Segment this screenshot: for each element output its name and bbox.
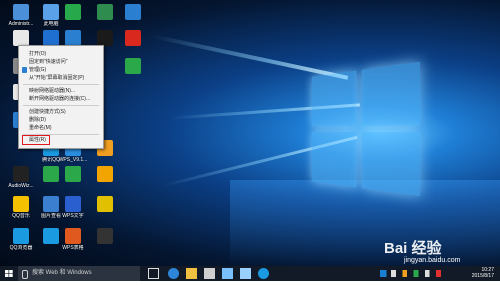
start-button[interactable] xyxy=(0,266,18,281)
app-icon xyxy=(13,166,29,182)
store-icon[interactable] xyxy=(204,268,215,279)
desktop-icon-label: QQ音乐 xyxy=(12,213,30,219)
app-icon xyxy=(65,166,81,182)
mic-icon xyxy=(22,270,28,279)
desktop-icon[interactable] xyxy=(116,58,150,75)
app-icon[interactable] xyxy=(222,268,233,279)
menu-item-pin-quick-access[interactable]: 固定到"快速访问" xyxy=(19,58,103,66)
app-icon xyxy=(97,4,113,20)
menu-item-unpin-start[interactable]: 从"开始"屏幕取消固定(P) xyxy=(19,74,103,82)
tray-icons[interactable] xyxy=(380,270,460,277)
desktop-icon[interactable] xyxy=(116,4,150,21)
desktop-icon-label: WPS_V9.1... xyxy=(58,157,88,163)
app-icon xyxy=(65,196,81,212)
desktop-icon[interactable]: QQ浏览器 xyxy=(4,228,38,251)
desktop-icon-label: 此电脑 xyxy=(43,21,59,27)
file-explorer-icon[interactable] xyxy=(186,268,197,279)
qq-browser-taskbar-icon[interactable] xyxy=(258,268,269,279)
desktop-icon[interactable] xyxy=(88,228,122,245)
app-icon xyxy=(13,228,29,244)
menu-item-rename[interactable]: 重命名(M) xyxy=(19,124,103,132)
app-icon xyxy=(125,4,141,20)
app-icon xyxy=(65,4,81,20)
desktop-icon-label: WPS文字 xyxy=(62,213,84,219)
app-icon xyxy=(125,58,141,74)
app-icon xyxy=(65,228,81,244)
shield-icon xyxy=(22,67,27,73)
menu-item-open[interactable]: 打开(O) xyxy=(19,50,103,58)
menu-item-manage[interactable]: 管理(G) xyxy=(19,66,103,74)
windows-start-icon xyxy=(5,270,13,277)
desktop-icon[interactable]: WPS文字 xyxy=(56,196,90,219)
taskbar-search-box[interactable]: 搜索 Web 和 Windows xyxy=(18,266,140,281)
app-icon xyxy=(125,30,141,46)
taskbar: 搜索 Web 和 Windows 10:27 2015/8/17 xyxy=(0,266,500,281)
app-icon xyxy=(65,30,81,46)
desktop-icon[interactable]: QQ音乐 xyxy=(4,196,38,219)
watermark-brand: Bai 经验 xyxy=(384,240,442,257)
desktop-background: Administr... 此电脑 腾讯QQ WPS_V9.1... AudioWiz..… xyxy=(0,0,500,266)
app-icon xyxy=(13,30,29,46)
desktop-icon-label: Administr... xyxy=(8,21,34,27)
taskbar-clock[interactable]: 10:27 2015/8/17 xyxy=(472,267,494,279)
menu-separator xyxy=(23,105,99,106)
search-placeholder: 搜索 Web 和 Windows xyxy=(32,270,92,276)
app-icon xyxy=(13,196,29,212)
edge-browser-icon[interactable] xyxy=(168,268,179,279)
menu-item-delete[interactable]: 删除(D) xyxy=(19,116,103,124)
windows-logo-wallpaper xyxy=(311,61,423,198)
menu-item-create-shortcut[interactable]: 创建快捷方式(S) xyxy=(19,108,103,116)
task-view-icon[interactable] xyxy=(148,268,159,279)
desktop-icon-label: QQ浏览器 xyxy=(9,245,33,251)
desktop-icon-label: AudioWiz... xyxy=(8,183,34,189)
desktop-icon[interactable]: AudioWiz... xyxy=(4,166,38,189)
menu-item-disconnect-network-drive[interactable]: 断开网络驱动器的连接(C)... xyxy=(19,95,103,103)
desktop-icon[interactable] xyxy=(88,166,122,183)
app-icon xyxy=(97,196,113,212)
desktop-icon[interactable] xyxy=(56,166,90,183)
desktop-icon-label: WPS表格 xyxy=(62,245,84,251)
app-icon xyxy=(97,30,113,46)
menu-separator xyxy=(23,84,99,85)
desktop-icon[interactable]: WPS表格 xyxy=(56,228,90,251)
context-menu: 打开(O) 固定到"快速访问" 管理(G) 从"开始"屏幕取消固定(P) 映射网… xyxy=(18,45,104,149)
app-icon xyxy=(97,166,113,182)
desktop-icon[interactable]: Administr... xyxy=(4,4,38,27)
light-floor xyxy=(230,180,500,266)
watermark-url: jingyan.baidu.com xyxy=(404,257,461,264)
desktop-icon[interactable] xyxy=(116,30,150,47)
app-icon xyxy=(97,228,113,244)
menu-item-map-network-drive[interactable]: 映射网络驱动器(N)... xyxy=(19,87,103,95)
properties-highlight-box xyxy=(22,135,50,145)
light-beam xyxy=(151,34,349,80)
desktop-icon[interactable] xyxy=(56,4,90,21)
app-icon xyxy=(13,4,29,20)
desktop-icon[interactable] xyxy=(88,196,122,213)
app-icon[interactable] xyxy=(240,268,251,279)
clock-date: 2015/8/17 xyxy=(471,273,494,279)
